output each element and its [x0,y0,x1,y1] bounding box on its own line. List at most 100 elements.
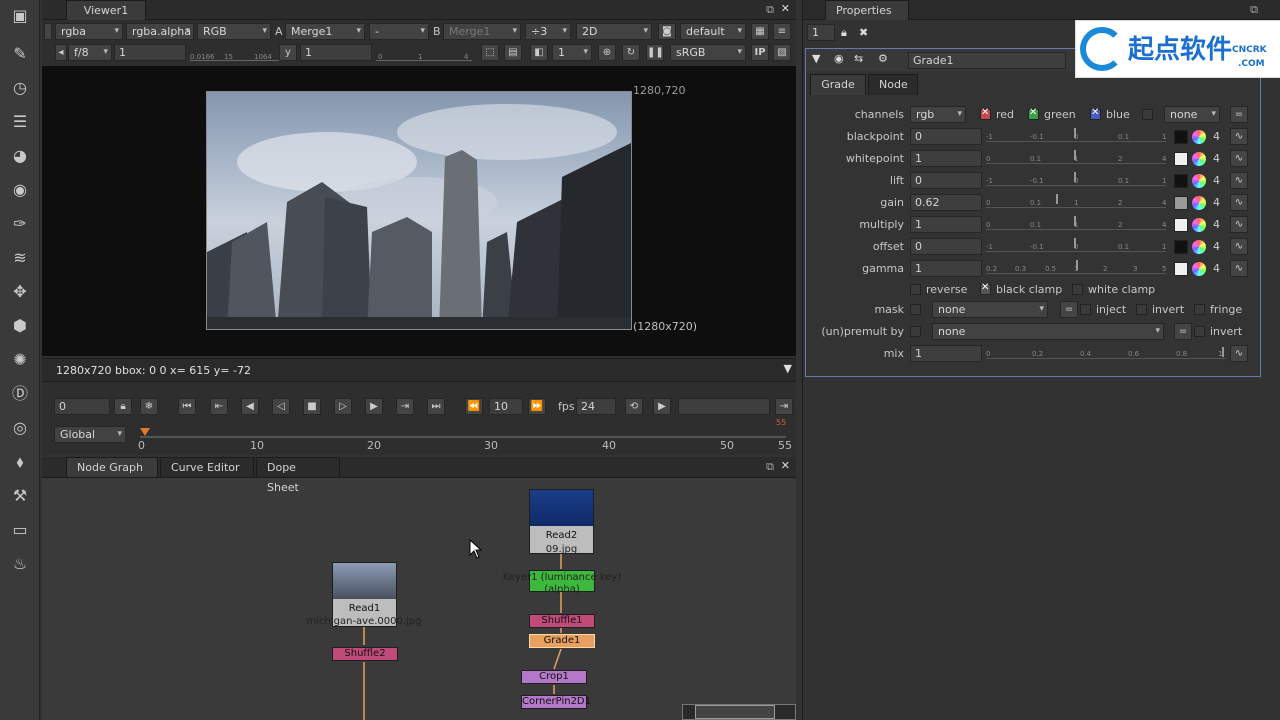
gamma-slider[interactable]: 0 1 4 [376,44,472,61]
alpha-channel-dropdown[interactable]: rgba.alpha [126,23,194,40]
premult-dropdown[interactable]: none [932,323,1164,340]
wipe-icon[interactable]: ◧ [530,44,548,61]
multiply-color-wheel-icon[interactable] [1192,218,1206,232]
gain-input[interactable]: 1 [114,44,186,61]
white-clamp-checkbox[interactable] [1072,284,1083,295]
premult-link-button[interactable]: = [1174,323,1192,340]
gamma-color-wheel-icon[interactable] [1192,262,1206,276]
lift-channel-count[interactable]: 4 [1213,172,1220,189]
blackpoint-slider[interactable]: -1 -0.1 0 0.1 1 [986,128,1166,142]
blackpoint-color-swatch[interactable] [1174,130,1188,144]
grade1-node[interactable]: Grade1 [529,634,595,648]
first-frame-icon[interactable]: ⏮ [178,398,196,415]
next-frame-icon[interactable]: ▶ [365,398,383,415]
hatch-icon[interactable]: ▧ [773,44,791,61]
mask-link-button[interactable]: = [1060,301,1078,318]
gain-curve-icon[interactable]: ∿ [1230,194,1248,211]
close-icon[interactable]: ✕ [781,2,790,15]
gamma-curve-icon[interactable]: ∿ [1230,260,1248,277]
reverse-checkbox[interactable] [910,284,921,295]
shuffle1-node[interactable]: Shuffle1 [529,614,595,628]
b-input-dropdown[interactable]: Merge1 [443,23,521,40]
blackpoint-curve-icon[interactable]: ∿ [1230,128,1248,145]
float-icon[interactable]: ⧉ [766,3,774,17]
info-expand-icon[interactable]: ▼ [784,362,792,375]
play-backward-icon[interactable]: ◁ [272,398,290,415]
plugins-icon[interactable]: ♨ [8,552,32,576]
lift-slider[interactable]: -1 -0.1 0 0.1 1 [986,172,1166,186]
node-graph-panel[interactable]: Node Graph Curve Editor Dope Sheet ⧉ ✕ R… [42,457,796,720]
premult-checkbox[interactable] [910,326,921,337]
lock-icon[interactable]: 🔒︎ [114,398,132,415]
multiply-slider-handle[interactable] [1074,216,1076,226]
blackpoint-color-wheel-icon[interactable] [1192,130,1206,144]
lift-color-wheel-icon[interactable] [1192,174,1206,188]
shuffle2-node[interactable]: Shuffle2 [332,647,398,661]
grid-overlay-icon[interactable]: ▦ [751,23,769,40]
whitepoint-curve-icon[interactable]: ∿ [1230,150,1248,167]
whitepoint-slider[interactable]: 0 0.1 1 2 4 [986,150,1166,164]
increment-input[interactable]: 10 [489,398,523,415]
3d-icon[interactable]: ⬢ [8,314,32,338]
composite-op-dropdown[interactable]: - [369,23,429,40]
fps-input[interactable]: 24 [576,398,616,415]
metadata-icon[interactable]: ⬧ [8,450,32,474]
refresh-icon[interactable]: ↻ [622,44,640,61]
prev-frame-icon[interactable]: ◀ [241,398,259,415]
gain-color-wheel-icon[interactable] [1192,196,1206,210]
gamma-input[interactable]: 1 [300,44,372,61]
multiply-channel-count[interactable]: 4 [1213,216,1220,233]
time-icon[interactable]: ◷ [8,76,32,100]
mask-dropdown[interactable]: none [932,301,1048,318]
premult-invert-checkbox[interactable] [1194,326,1205,337]
input-process-button[interactable]: IP [751,44,769,61]
mix-slider[interactable]: 0 0.2 0.4 0.6 0.8 1 [986,345,1226,359]
blackpoint-input[interactable]: 0 [910,128,982,145]
image-icon[interactable]: ▣ [8,4,32,28]
offset-curve-icon[interactable]: ∿ [1230,238,1248,255]
cornerpin2d1-node[interactable]: CornerPin2D1 [521,695,591,709]
lift-slider-handle[interactable] [1074,172,1076,182]
paint-icon[interactable]: ✎ [8,42,32,66]
skip-back-icon[interactable]: ⏪ [465,398,483,415]
frame-input[interactable]: 0 [54,398,110,415]
loop-icon[interactable]: ⟲ [625,398,643,415]
last-frame-icon[interactable]: ⏭ [427,398,445,415]
furnace-icon[interactable]: ▭ [8,518,32,542]
playhead-marker[interactable] [140,428,150,436]
snowflake-icon[interactable]: ❄ [140,398,158,415]
whitepoint-slider-handle[interactable] [1074,150,1076,160]
multiply-curve-icon[interactable]: ∿ [1230,216,1248,233]
gain-slider-handle[interactable] [1056,194,1058,204]
viewer-menu-icon[interactable]: ≡ [773,23,791,40]
lut-dropdown[interactable]: default [680,23,746,40]
next-keyframe-icon[interactable]: ⇥ [396,398,414,415]
colorspace-dropdown[interactable]: sRGB [670,44,746,61]
pause-icon[interactable]: ❚❚ [646,44,664,61]
color-icon[interactable]: ◕ [8,144,32,168]
alpha-checkbox[interactable] [1142,109,1153,120]
extra-channel-dropdown[interactable]: none [1164,106,1220,123]
gain-input[interactable]: 0.62 [910,194,982,211]
gain-channel-count[interactable]: 4 [1213,194,1220,211]
gain-slider[interactable]: 0 0.1 1 2 4 [986,194,1166,208]
gamma-slider-handle[interactable] [1076,260,1078,270]
input-icon[interactable]: ⇆ [854,52,863,65]
settings-icon[interactable]: ⚙ [878,52,888,65]
black-clamp-checkbox[interactable] [980,282,991,295]
blackpoint-channel-count[interactable]: 4 [1213,128,1220,145]
playback-range-field[interactable] [678,398,770,415]
fringe-checkbox[interactable] [1194,304,1205,315]
display-channels-dropdown[interactable]: RGB [197,23,271,40]
gain-slider[interactable]: 0.0166 15 1064 [190,44,280,61]
gain-color-swatch[interactable] [1174,196,1188,210]
frame-select-dropdown[interactable]: 1 [552,44,592,61]
float-icon[interactable]: ⧉ [1250,3,1258,17]
clear-panels-icon[interactable]: ✖ [859,26,868,39]
gamma-color-swatch[interactable] [1174,262,1188,276]
deep-icon[interactable]: Ⓓ [8,382,32,406]
multiply-color-swatch[interactable] [1174,218,1188,232]
green-checkbox[interactable] [1028,107,1039,120]
inject-checkbox[interactable] [1080,304,1091,315]
crop1-node[interactable]: Crop1 [521,670,587,684]
